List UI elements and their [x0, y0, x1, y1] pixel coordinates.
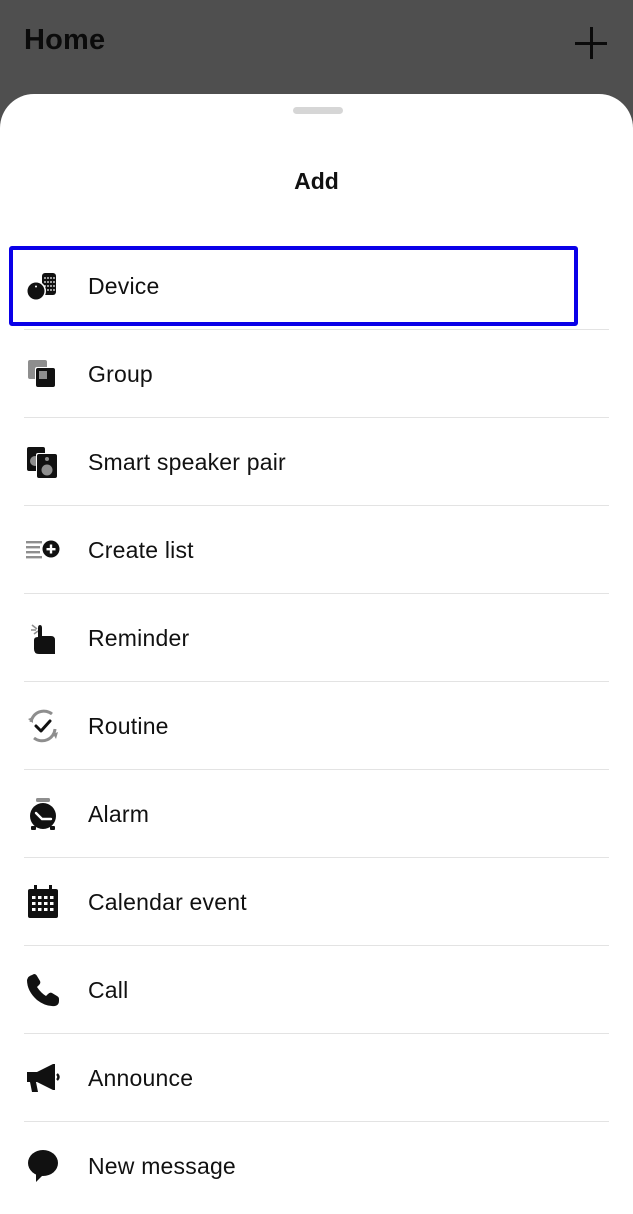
menu-item-smart-speaker-pair[interactable]: Smart speaker pair — [0, 418, 633, 506]
menu-item-label: Alarm — [88, 800, 150, 827]
add-bottom-sheet: Add Device Group Smart speaker pair Crea… — [0, 94, 633, 1214]
menu-item-announce[interactable]: Announce — [0, 1034, 633, 1122]
menu-item-label: Group — [88, 360, 153, 387]
megaphone-icon — [24, 1059, 62, 1097]
menu-item-label: Calendar event — [88, 888, 247, 915]
page-title: Home — [24, 24, 106, 56]
menu-item-call[interactable]: Call — [0, 946, 633, 1034]
menu-item-routine[interactable]: Routine — [0, 682, 633, 770]
menu-item-group[interactable]: Group — [0, 330, 633, 418]
menu-item-create-list[interactable]: Create list — [0, 506, 633, 594]
create-list-icon — [24, 531, 62, 569]
menu-item-alarm[interactable]: Alarm — [0, 770, 633, 858]
phone-icon — [24, 971, 62, 1009]
add-options-list: Device Group Smart speaker pair Create l… — [0, 242, 633, 1210]
top-bar: Home — [0, 0, 633, 95]
menu-item-label: Announce — [88, 1064, 194, 1091]
menu-item-new-message[interactable]: New message — [0, 1122, 633, 1210]
menu-item-label: Smart speaker pair — [88, 448, 286, 475]
menu-item-label: Call — [88, 976, 129, 1003]
menu-item-label: Routine — [88, 712, 169, 739]
menu-item-label: Device — [88, 272, 160, 299]
routine-icon — [24, 707, 62, 745]
reminder-icon — [24, 619, 62, 657]
menu-item-reminder[interactable]: Reminder — [0, 594, 633, 682]
menu-item-label: Reminder — [88, 624, 190, 651]
message-icon — [24, 1147, 62, 1185]
speaker-pair-icon — [24, 443, 62, 481]
sheet-drag-handle[interactable] — [293, 107, 343, 114]
menu-item-calendar-event[interactable]: Calendar event — [0, 858, 633, 946]
sheet-title: Add — [294, 168, 339, 194]
device-icon — [24, 267, 62, 305]
menu-item-label: Create list — [88, 536, 194, 563]
alarm-icon — [24, 795, 62, 833]
menu-item-label: New message — [88, 1152, 236, 1179]
group-icon — [24, 355, 62, 393]
menu-item-device[interactable]: Device — [0, 242, 633, 330]
plus-icon[interactable] — [572, 24, 610, 62]
calendar-icon — [24, 883, 62, 921]
